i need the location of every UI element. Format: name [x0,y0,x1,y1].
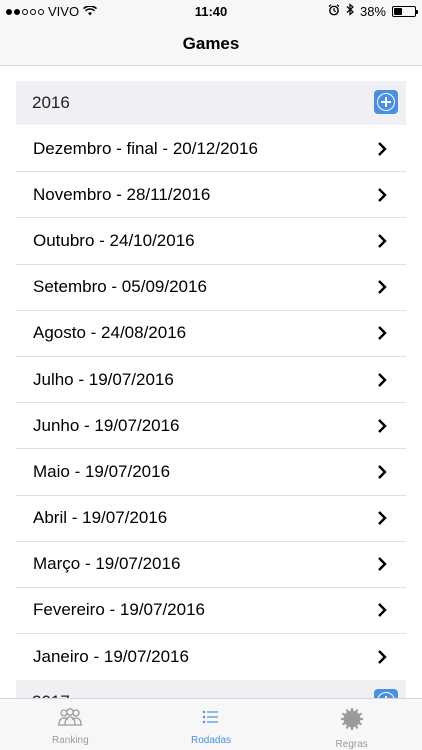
tab-regras[interactable]: Regras [281,699,422,750]
list-icon [199,707,223,732]
section-title: 2016 [32,93,70,112]
battery-icon [392,5,418,17]
chevron-right-icon [374,510,390,526]
section-header-2017: 2017 [16,680,406,698]
list-item[interactable]: Julho - 19/07/2016 [16,357,406,404]
list-item[interactable]: Abril - 19/07/2016 [16,496,406,542]
list-item-label: Janeiro - 19/07/2016 [33,647,189,667]
list-item-label: Fevereiro - 19/07/2016 [33,600,205,620]
chevron-right-icon [374,602,390,618]
list-item[interactable]: Novembro - 28/11/2016 [16,172,406,219]
chevron-right-icon [374,279,390,295]
list-item[interactable]: Agosto - 24/08/2016 [16,311,406,357]
gear-icon [340,707,364,736]
list-item[interactable]: Fevereiro - 19/07/2016 [16,588,406,635]
chevron-right-icon [374,187,390,203]
tab-bar: Ranking Rodadas Regras [0,698,422,750]
ranking-icon [56,707,84,732]
chevron-right-icon [374,141,390,157]
page-title: Games [182,33,240,53]
list-item-label: Novembro - 28/11/2016 [33,184,211,204]
list-item-label: Julho - 19/07/2016 [33,369,174,389]
chevron-right-icon [374,418,390,434]
bluetooth-icon [346,3,354,19]
list-item[interactable]: Outubro - 24/10/2016 [16,218,406,265]
chevron-right-icon [374,649,390,665]
add-game-button[interactable] [374,90,398,114]
list-item[interactable]: Março - 19/07/2016 [16,542,406,588]
list-item-label: Abril - 19/07/2016 [33,508,168,528]
list-item[interactable]: Junho - 19/07/2016 [16,403,406,450]
games-list-view[interactable]: 2016 Dezembro - final - 20/12/2016 Novem… [0,66,422,698]
tab-ranking[interactable]: Ranking [0,699,141,750]
tab-label: Regras [335,739,368,750]
list-item[interactable]: Maio - 19/07/2016 [16,449,406,496]
chevron-right-icon [374,372,390,388]
tab-rodadas[interactable]: Rodadas [141,699,282,750]
list-item-label: Setembro - 05/09/2016 [33,277,207,297]
chevron-right-icon [374,233,390,249]
list-item-label: Março - 19/07/2016 [33,554,181,574]
section-header-2016: 2016 [16,81,406,125]
chevron-right-icon [374,556,390,572]
chevron-right-icon [374,464,390,480]
plus-circle-icon [377,93,395,111]
status-bar: VIVO 11:40 38% [0,0,422,22]
battery-percent: 38% [359,3,386,19]
list-item-label: Outubro - 24/10/2016 [33,230,195,250]
games-list: Dezembro - final - 20/12/2016 Novembro -… [16,126,406,680]
status-right: 38% [328,3,418,19]
list-item[interactable]: Setembro - 05/09/2016 [16,265,406,311]
list-item-label: Maio - 19/07/2016 [33,461,171,481]
tab-label: Rodadas [190,735,232,746]
navigation-bar: Games [0,22,422,66]
chevron-right-icon [374,325,390,341]
alarm-icon [328,3,340,19]
list-item[interactable]: Dezembro - final - 20/12/2016 [16,126,406,173]
tab-label: Ranking [51,735,89,746]
list-item-label: Dezembro - final - 20/12/2016 [33,138,258,158]
list-item-label: Junho - 19/07/2016 [33,415,180,435]
list-item[interactable]: Janeiro - 19/07/2016 [16,634,406,680]
add-game-button[interactable] [374,689,398,698]
list-item-label: Agosto - 24/08/2016 [33,323,187,343]
